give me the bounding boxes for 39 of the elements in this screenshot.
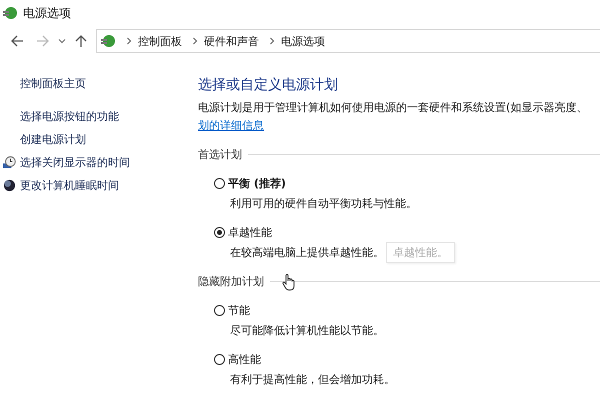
power-plug-icon [100,33,116,49]
plan-description: 尽可能降低计算机性能以节能。 [230,323,384,338]
sidebar-link[interactable]: 选择关闭显示器的时间 [20,155,130,170]
page-heading: 选择或自定义电源计划 [198,76,339,94]
chevron-icon [269,37,275,45]
description-text: 电源计划是用于管理计算机如何使用电源的一套硬件和系统设置(如显示器亮度、 [198,100,588,115]
plan-name[interactable]: 平衡 (推荐) [228,176,286,191]
plan-name[interactable]: 卓越性能 [228,225,272,240]
breadcrumb[interactable]: 电源选项 [281,34,325,48]
breadcrumb[interactable]: 控制面板 [138,34,182,48]
back-arrow-icon[interactable] [10,34,24,48]
radio-button[interactable] [214,305,225,316]
plan-description: 利用可用的硬件自动平衡功耗与性能。 [230,196,417,211]
sidebar-link[interactable]: 选择电源按钮的功能 [20,109,119,124]
radio-button[interactable] [214,354,225,365]
sidebar-link[interactable]: 控制面板主页 [20,76,86,91]
breadcrumb[interactable]: 硬件和声音 [204,34,259,48]
plan-name[interactable]: 节能 [228,303,250,318]
plan-description: 在较高端电脑上提供卓越性能。 [230,245,384,260]
chevron-icon [192,37,198,45]
plan-name[interactable]: 高性能 [228,352,261,367]
power-plug-icon [2,5,18,21]
sidebar-link[interactable]: 更改计算机睡眠时间 [20,178,119,193]
hand-cursor-icon [282,273,296,291]
moon-icon [3,179,16,192]
window-title: 电源选项 [23,4,71,22]
address-bar[interactable]: 控制面板 硬件和声音 电源选项 [96,29,600,53]
clock-icon [3,156,16,169]
chevron-icon [126,37,132,45]
group-label: 首选计划 [198,147,242,162]
sidebar-link[interactable]: 创建电源计划 [20,132,86,147]
plan-description: 有利于提高性能，但会增加功耗。 [230,372,395,387]
up-arrow-icon[interactable] [74,34,88,48]
group-label: 隐藏附加计划 [198,274,264,289]
tooltip: 卓越性能。 [386,242,455,263]
details-link[interactable]: 划的详细信息 [198,118,264,133]
radio-button[interactable] [214,178,225,189]
radio-button[interactable] [214,227,225,238]
dropdown-caret-icon[interactable] [58,37,66,45]
